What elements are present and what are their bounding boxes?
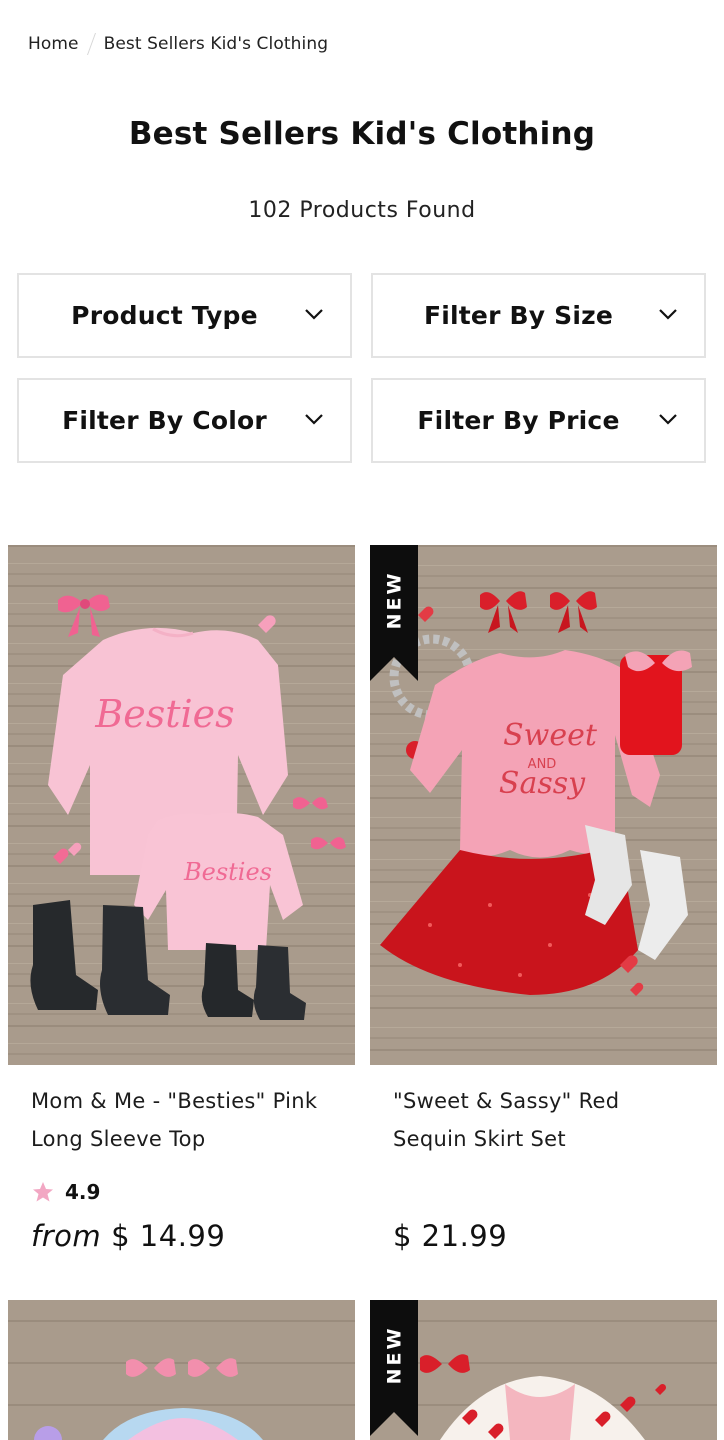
breadcrumb: Home Best Sellers Kid's Clothing <box>28 33 328 55</box>
breadcrumb-home-link[interactable]: Home <box>28 34 79 54</box>
product-name[interactable]: Mom & Me - "Besties" Pink <box>31 1082 317 1120</box>
product-price: $ 21.99 <box>393 1219 507 1253</box>
badge-label: NEW <box>383 570 405 630</box>
filter-label: Filter By Color <box>62 406 267 435</box>
chevron-down-icon <box>305 309 323 320</box>
shirt-print-text: Besties <box>94 692 234 736</box>
price-value: $ 21.99 <box>393 1219 508 1253</box>
shirt-print-text: Sassy <box>499 766 586 801</box>
product-image[interactable] <box>8 1300 355 1440</box>
product-count: 102 Products Found <box>248 198 476 223</box>
product-name[interactable]: "Sweet & Sassy" Red <box>393 1082 619 1120</box>
shirt-print-text: Besties <box>183 858 272 886</box>
chevron-down-icon <box>659 309 677 320</box>
badge-label: NEW <box>383 1325 405 1385</box>
filter-label: Product Type <box>71 301 258 330</box>
product-card[interactable]: Besties Besties Mom & Me - "Besties" Pin… <box>8 545 355 1265</box>
rating-value: 4.9 <box>65 1180 101 1204</box>
filter-size-button[interactable]: Filter By Size <box>371 273 706 358</box>
shirt-print-text: Sweet <box>503 718 598 753</box>
star-icon <box>33 1182 53 1202</box>
product-image[interactable] <box>370 1300 717 1440</box>
product-name-line2[interactable]: Long Sleeve Top <box>31 1120 205 1158</box>
chevron-down-icon <box>305 414 323 425</box>
filter-price-button[interactable]: Filter By Price <box>371 378 706 463</box>
chevron-down-icon <box>659 414 677 425</box>
price-value: $ 14.99 <box>111 1219 226 1253</box>
product-price: from $ 14.99 <box>31 1219 225 1253</box>
product-name-line2[interactable]: Sequin Skirt Set <box>393 1120 566 1158</box>
product-card[interactable]: Sweet AND Sassy NEW "Sweet & Sassy" Red … <box>370 545 717 1265</box>
new-badge: NEW <box>370 1300 418 1436</box>
product-rating: 4.9 <box>31 1180 100 1204</box>
filter-label: Filter By Size <box>423 301 614 330</box>
filter-label: Filter By Price <box>417 406 620 435</box>
new-badge: NEW <box>370 545 418 681</box>
product-image[interactable]: Sweet AND Sassy <box>370 545 717 1065</box>
filter-color-button[interactable]: Filter By Color <box>17 378 352 463</box>
price-prefix: from <box>31 1219 102 1253</box>
page-title: Best Sellers Kid's Clothing <box>128 116 596 152</box>
breadcrumb-current: Best Sellers Kid's Clothing <box>103 34 329 54</box>
filter-product-type-button[interactable]: Product Type <box>17 273 352 358</box>
product-card[interactable] <box>8 1300 355 1440</box>
product-card[interactable]: NEW <box>370 1300 717 1440</box>
product-image[interactable]: Besties Besties <box>8 545 355 1065</box>
breadcrumb-separator <box>86 33 96 55</box>
